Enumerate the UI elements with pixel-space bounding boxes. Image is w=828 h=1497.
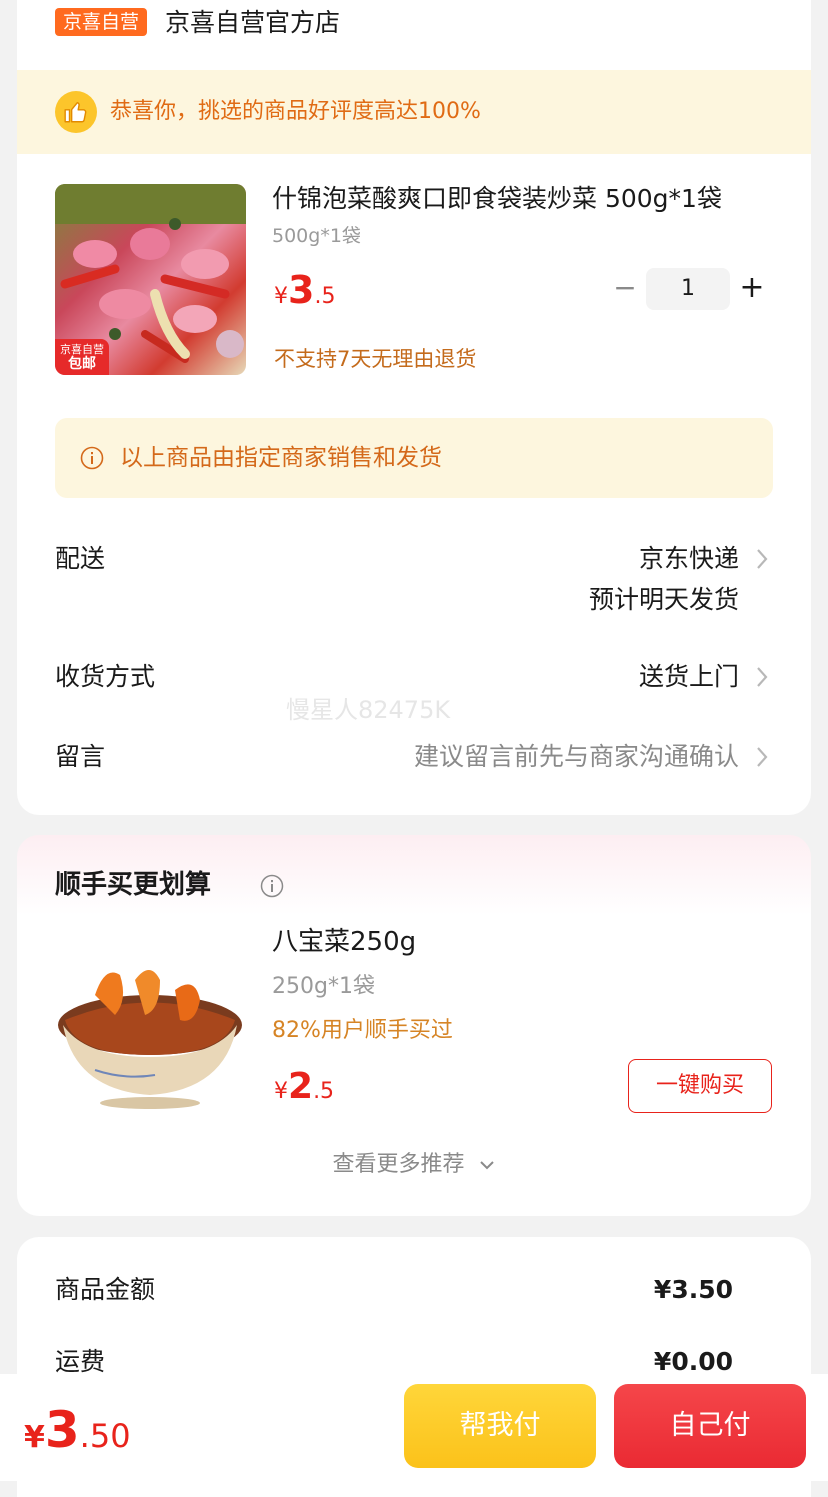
bowl-illustration	[58, 970, 242, 1109]
decrease-button[interactable]: −	[607, 268, 643, 310]
store-tag: 京喜自营	[55, 8, 148, 36]
product-price: ¥3.5	[274, 268, 336, 312]
receive-method-value[interactable]: 送货上门	[639, 660, 739, 694]
receive-method-label: 收货方式	[55, 662, 156, 691]
thumbs-up-icon	[55, 91, 97, 133]
chevron-right-icon[interactable]	[755, 547, 769, 571]
delivery-estimate: 预计明天发货	[588, 585, 739, 614]
chevron-down-icon	[479, 1161, 494, 1170]
store-name[interactable]: 京喜自营官方店	[165, 6, 340, 40]
message-label: 留言	[55, 742, 106, 771]
message-input[interactable]: 建议留言前先与商家沟通确认	[414, 740, 739, 774]
quantity-stepper: − 1 +	[607, 268, 777, 310]
total-price: ¥3.50	[24, 1401, 131, 1459]
seller-notice-text: 以上商品由指定商家销售和发货	[120, 445, 442, 471]
help-me-pay-button[interactable]: 帮我付	[404, 1384, 596, 1468]
goods-amount-label: 商品金额	[55, 1275, 156, 1304]
product-title[interactable]: 什锦泡菜酸爽口即食袋装炒菜 500g*1袋	[272, 182, 722, 216]
watermark: 慢星人82475K	[286, 696, 451, 724]
bottom-bar: ¥3.50 帮我付 自己付	[0, 1374, 828, 1481]
recommend-title: 顺手买更划算	[55, 870, 212, 900]
chevron-right-icon[interactable]	[755, 665, 769, 689]
chevron-right-icon[interactable]	[755, 745, 769, 769]
recommend-bought-rate: 82%用户顺手买过	[272, 1018, 453, 1043]
quantity-input[interactable]: 1	[646, 268, 730, 310]
one-click-buy-button[interactable]: 一键购买	[628, 1059, 772, 1113]
recommend-card: 顺手买更划算 八宝菜250g 250g*1袋 82%用户顺手买过 ¥2.5 一键…	[17, 835, 811, 1216]
more-recommend-link[interactable]: 查看更多推荐	[17, 1148, 811, 1182]
recommend-name[interactable]: 八宝菜250g	[272, 924, 416, 960]
product-spec: 500g*1袋	[272, 225, 361, 247]
rating-text: 恭喜你，挑选的商品好评度高达100%	[110, 99, 481, 124]
rating-banner: 恭喜你，挑选的商品好评度高达100%	[17, 70, 811, 154]
seller-notice: 以上商品由指定商家销售和发货	[55, 418, 773, 498]
delivery-value[interactable]: 京东快递	[639, 542, 739, 576]
product-image[interactable]: 京喜自营 包邮	[55, 184, 246, 375]
recommend-spec: 250g*1袋	[272, 974, 375, 999]
info-icon	[80, 446, 104, 470]
delivery-label: 配送	[55, 544, 106, 573]
recommend-image[interactable]	[55, 925, 246, 1116]
increase-button[interactable]: +	[734, 268, 770, 310]
recommend-price: ¥2.5	[274, 1066, 335, 1107]
return-policy: 不支持7天无理由退货	[274, 347, 477, 371]
goods-amount-value: ¥3.50	[653, 1275, 733, 1304]
free-shipping-badge: 京喜自营 包邮	[55, 339, 109, 375]
info-icon[interactable]	[260, 874, 284, 898]
pay-myself-button[interactable]: 自己付	[614, 1384, 806, 1468]
